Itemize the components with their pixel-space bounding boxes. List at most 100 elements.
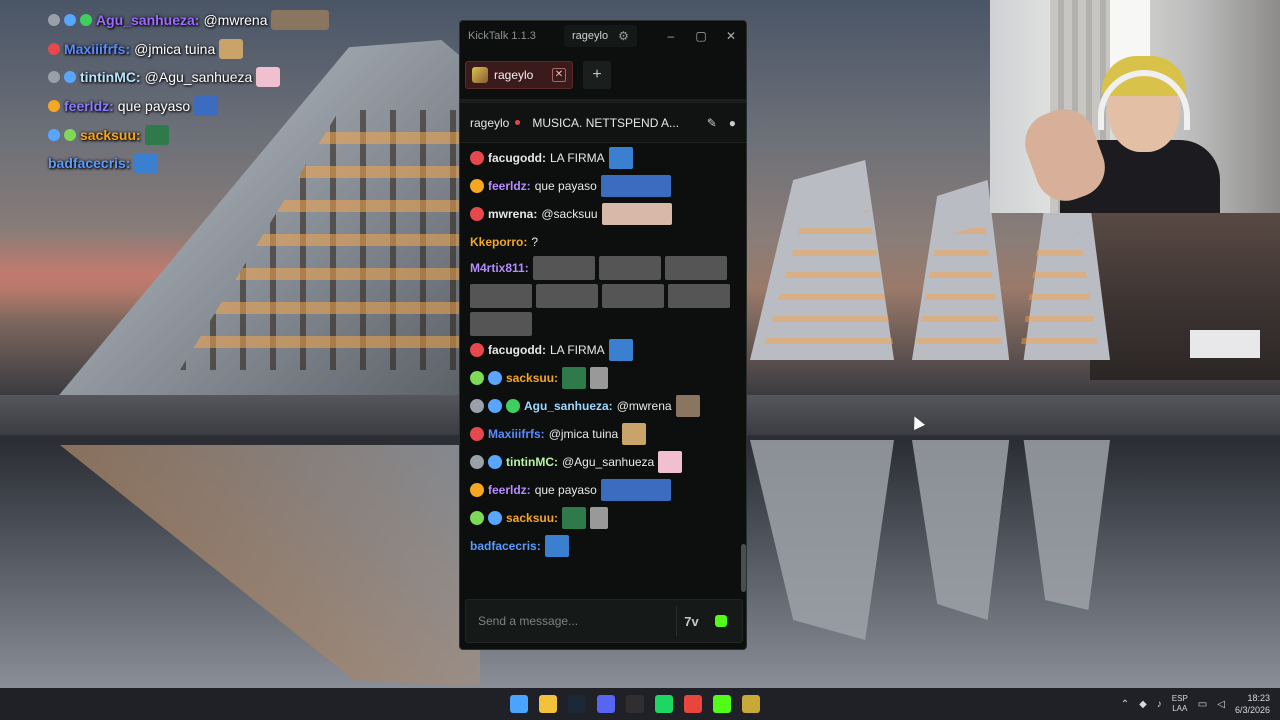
maximize-button[interactable]: ▢ xyxy=(686,21,716,51)
emote-icon xyxy=(664,256,727,280)
gear-icon[interactable]: ⚙ xyxy=(618,29,629,43)
chat-message[interactable]: feerldz: que payaso xyxy=(470,172,738,200)
live-indicator-icon xyxy=(515,120,521,125)
chat-message[interactable]: feerldz: que payaso xyxy=(470,476,738,504)
lang-bottom: LAA xyxy=(1172,704,1188,713)
channel-name[interactable]: rageylo xyxy=(470,116,509,130)
overlay-message-text: @jmica tuina xyxy=(134,40,216,57)
file-explorer-icon[interactable] xyxy=(539,695,557,713)
user-name: rageylo xyxy=(572,30,609,42)
emote-icon xyxy=(256,67,281,88)
webcam-feed xyxy=(990,0,1280,213)
chat-username[interactable]: M4rtix811: xyxy=(470,261,529,275)
chat-username[interactable]: sacksuu: xyxy=(506,511,558,525)
system-tray: ⌃ ◆ ♪ ESP LAA ▭ ◁ 18:23 6/3/2026 xyxy=(1121,688,1270,720)
chat-username[interactable]: sacksuu: xyxy=(506,371,558,385)
chat-username[interactable]: Kkeporro: xyxy=(470,235,527,249)
chrome-icon[interactable] xyxy=(684,695,702,713)
kicktalk-window: KickTalk 1.1.3 rageylo ⚙ – ▢ ✕ rageylo ✕… xyxy=(459,20,747,650)
user-menu[interactable]: rageylo ⚙ xyxy=(564,25,637,47)
discord-icon[interactable] xyxy=(597,695,615,713)
tab-rageylo[interactable]: rageylo ✕ xyxy=(465,61,573,89)
chat-username[interactable]: facugodd: xyxy=(488,343,546,357)
stream-chat-overlay: Agu_sanhueza: @mwrena Maxiiifrfs: @jmica tu… xyxy=(48,6,348,178)
emote-icon xyxy=(134,153,159,174)
message-input[interactable] xyxy=(478,614,676,628)
chat-message[interactable]: sacksuu: xyxy=(470,364,738,392)
chat-message-text: @jmica tuina xyxy=(548,427,619,441)
chat-message[interactable]: Agu_sanhueza: @mwrena xyxy=(470,392,738,420)
badge-icon xyxy=(506,399,520,413)
chat-message[interactable]: mwrena: @sacksuu xyxy=(470,200,738,228)
chat-username[interactable]: facugodd: xyxy=(488,151,546,165)
emote-icon xyxy=(544,535,569,557)
chat-message-text: ? xyxy=(531,235,539,249)
kick-icon[interactable] xyxy=(713,695,731,713)
chat-username[interactable]: badfacecris: xyxy=(470,539,541,553)
emote-icon xyxy=(194,96,219,117)
network-icon[interactable]: ▭ xyxy=(1198,699,1207,710)
white-house xyxy=(1190,330,1260,358)
input-language[interactable]: ESP LAA xyxy=(1172,694,1188,714)
steam-icon[interactable] xyxy=(568,695,586,713)
windows-start-icon[interactable] xyxy=(510,695,528,713)
close-button[interactable]: ✕ xyxy=(716,21,746,51)
chat-username[interactable]: Agu_sanhueza: xyxy=(524,399,613,413)
emote-icon xyxy=(601,203,672,225)
chat-messages[interactable]: facugodd: LA FIRMA feerldz: que payaso mwren… xyxy=(460,144,746,592)
volume-icon[interactable]: ◁ xyxy=(1217,699,1225,710)
obs-icon[interactable] xyxy=(626,695,644,713)
shield-icon[interactable]: ◆ xyxy=(1139,699,1147,710)
emote-icon xyxy=(532,256,595,280)
chat-username[interactable]: mwrena: xyxy=(488,207,537,221)
tab-label: rageylo xyxy=(494,68,534,82)
kick-emote-button[interactable] xyxy=(706,606,736,636)
minimize-button[interactable]: – xyxy=(656,21,686,51)
badge-icon xyxy=(470,371,484,385)
add-tab-button[interactable]: + xyxy=(583,61,611,89)
chat-message[interactable]: Maxiiifrfs: @jmica tuina xyxy=(470,420,738,448)
badge-icon xyxy=(48,100,60,113)
badge-icon xyxy=(488,511,502,525)
clock[interactable]: 18:23 6/3/2026 xyxy=(1235,692,1270,716)
microphone-icon[interactable]: ♪ xyxy=(1157,699,1162,710)
badge-icon xyxy=(470,207,484,221)
chat-message[interactable]: badfacecris: xyxy=(470,532,738,560)
chat-username[interactable]: feerldz: xyxy=(488,179,531,193)
chat-username[interactable]: feerldz: xyxy=(488,483,531,497)
chat-username[interactable]: Maxiiifrfs: xyxy=(488,427,545,441)
chat-message[interactable]: sacksuu: xyxy=(470,504,738,532)
chat-message-text: LA FIRMA xyxy=(550,151,605,165)
emote-icon xyxy=(668,284,730,308)
badge-icon xyxy=(470,511,484,525)
chat-message[interactable]: Kkeporro:? xyxy=(470,228,738,256)
app-title: KickTalk 1.1.3 xyxy=(468,30,536,42)
channel-header: rageylo MUSICA. NETTSPEND A... ✎ ● xyxy=(460,103,746,143)
chat-username[interactable]: tintinMC: xyxy=(506,455,558,469)
user-icon[interactable]: ● xyxy=(729,116,736,130)
close-tab-icon[interactable]: ✕ xyxy=(552,68,566,82)
spotify-icon[interactable] xyxy=(655,695,673,713)
badge-icon xyxy=(64,14,76,27)
chat-message[interactable]: facugodd: LA FIRMA xyxy=(470,144,738,172)
overlay-chat-line: tintinMC: @Agu_sanhueza xyxy=(48,63,348,92)
7tv-emote-button[interactable]: 7v xyxy=(676,606,706,636)
chat-scrollbar[interactable] xyxy=(741,544,746,592)
chat-message[interactable]: tintinMC: @Agu_sanhueza xyxy=(470,448,738,476)
overlay-message-text: @mwrena xyxy=(203,12,268,29)
badge-icon xyxy=(470,179,484,193)
overlay-chat-line: badfacecris: xyxy=(48,149,348,178)
title-bar[interactable]: KickTalk 1.1.3 rageylo ⚙ – ▢ ✕ xyxy=(460,21,746,51)
stream-title: MUSICA. NETTSPEND A... xyxy=(532,115,680,130)
overlay-chat-line: Agu_sanhueza: @mwrena xyxy=(48,6,348,35)
pin-icon[interactable]: ✎ xyxy=(707,116,717,130)
emote-icon xyxy=(470,284,532,308)
chevron-up-icon[interactable]: ⌃ xyxy=(1121,699,1129,710)
app-icon[interactable] xyxy=(742,695,760,713)
channel-tabs: rageylo ✕ + xyxy=(460,51,746,103)
chat-message[interactable]: M4rtix811: xyxy=(470,256,738,336)
clock-date: 6/3/2026 xyxy=(1234,705,1270,715)
badge-icon xyxy=(470,151,484,165)
chat-message[interactable]: facugodd: LA FIRMA xyxy=(470,336,738,364)
badge-icon xyxy=(64,128,76,141)
